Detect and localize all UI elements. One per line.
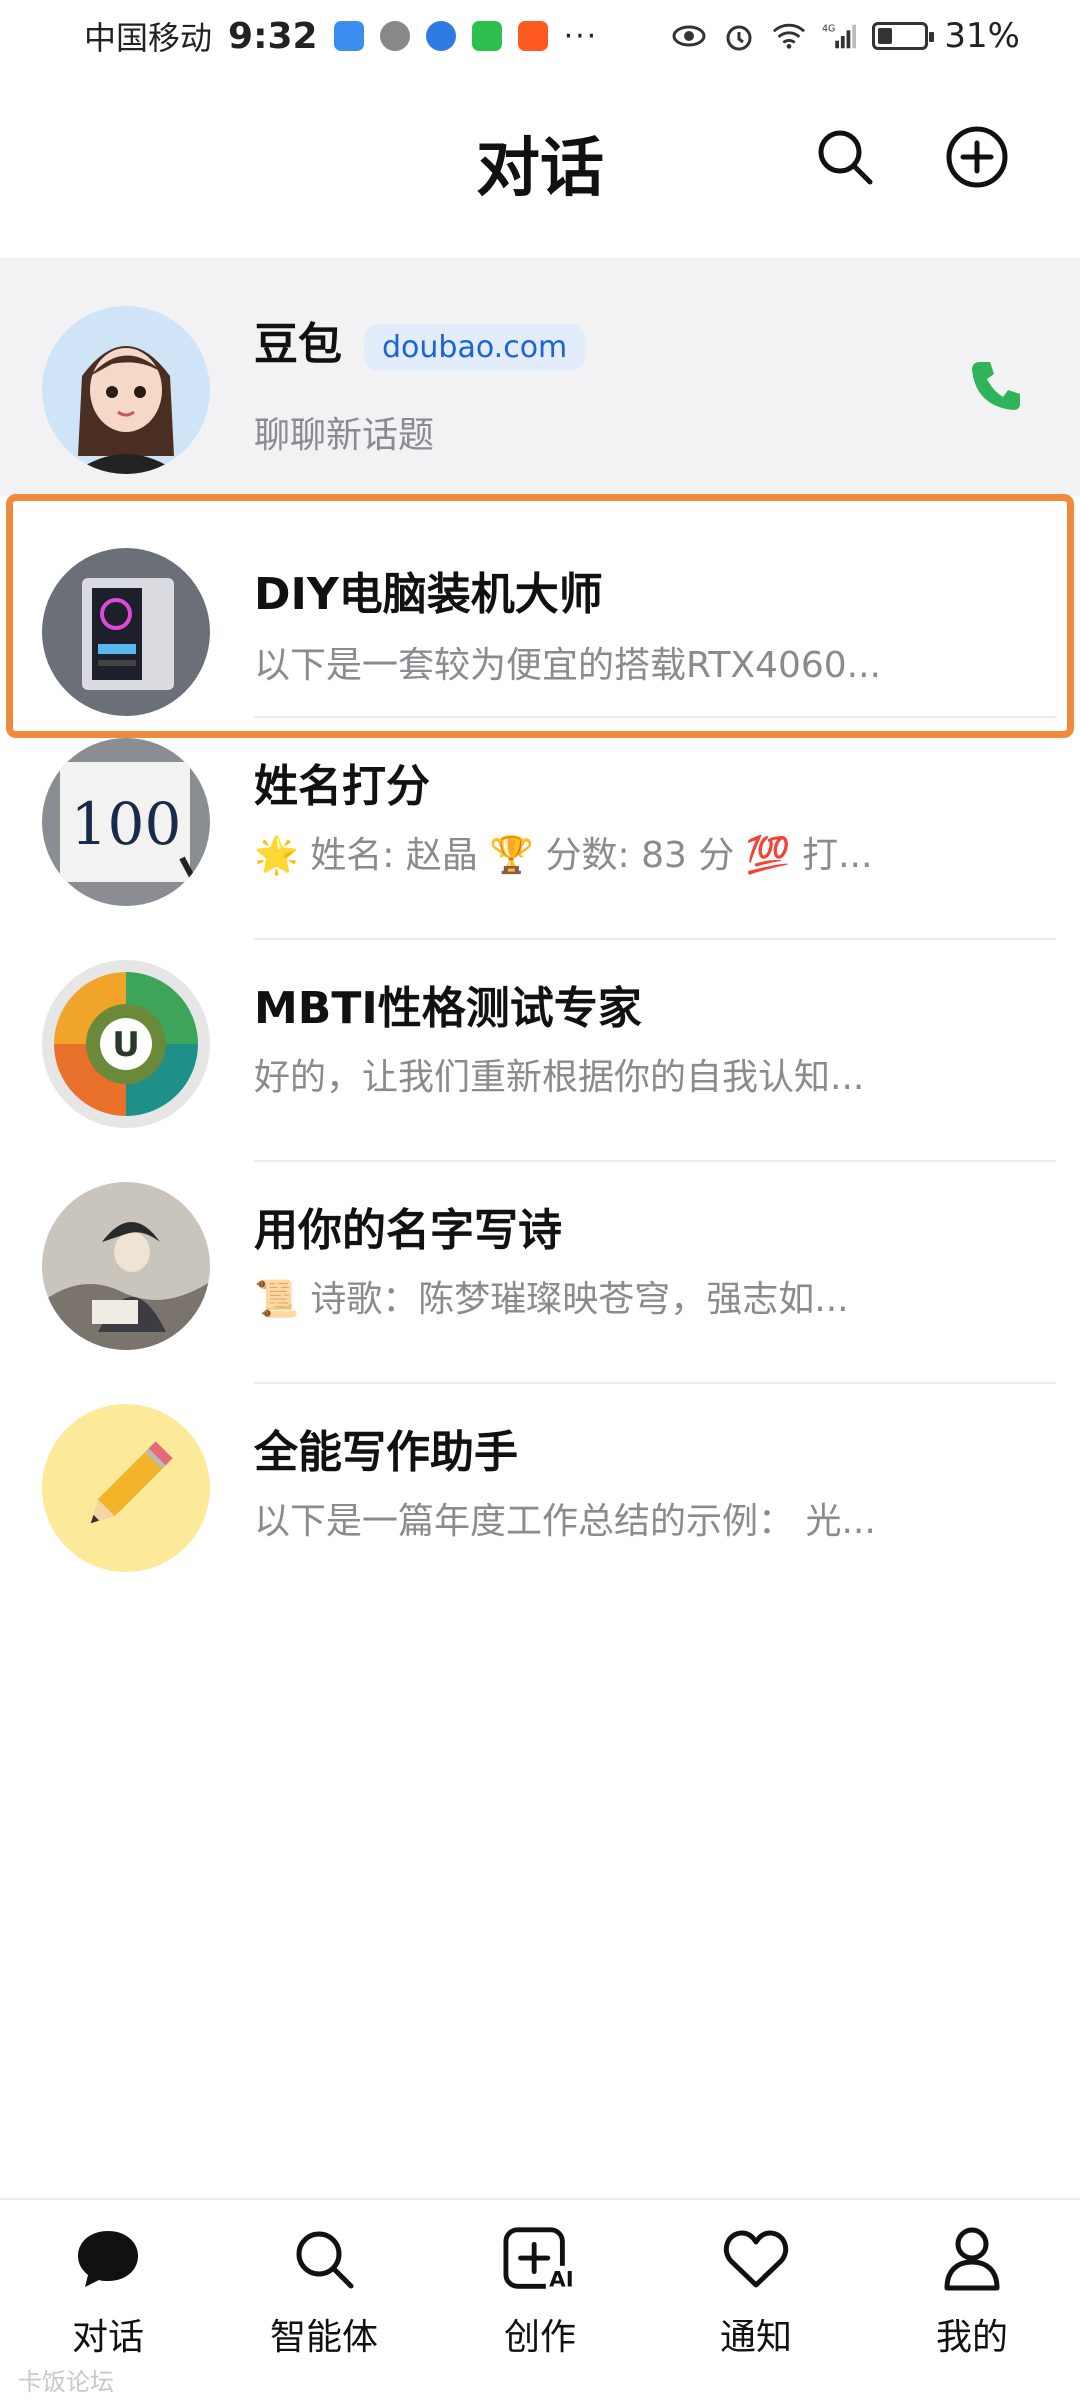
avatar-poem [42,1182,210,1350]
conversation-item-writing[interactable]: 全能写作助手 以下是一篇年度工作总结的示例： 光... [0,1384,1080,1606]
tab-agents[interactable]: 智能体 [216,2200,432,2402]
iqiyi-app-icon [471,21,502,51]
conversation-item-doubao[interactable]: 豆包 doubao.com 聊聊新话题 [0,258,1080,496]
svg-text:100: 100 [71,790,182,858]
call-button[interactable] [966,356,1026,416]
new-chat-button[interactable] [942,122,1012,192]
carrier-label: 中国移动 [84,19,213,57]
conversation-preview: 好的，让我们重新根据你的自我认知... [254,1057,865,1098]
conversation-preview: 📜 诗歌：陈梦璀璨映苍穹，强志如... [254,1279,849,1320]
person-icon [944,2227,1000,2291]
cloud-app-icon [333,21,364,51]
more-notifications: ··· [563,18,599,54]
tab-label: 我的 [935,2317,1008,2358]
search-icon [818,130,873,185]
conversation-name: MBTI性格测试专家 [254,983,642,1034]
tab-label: 通知 [719,2317,792,2358]
conversation-name: 姓名打分 [254,761,430,812]
status-bar: 中国移动 9:32 ··· 4G 31% [0,0,1080,72]
alarm-icon [722,19,756,53]
create-ai-icon: AI [503,2227,577,2292]
page-title: 对话 [476,132,604,206]
pencil-icon [42,1404,210,1572]
tab-create[interactable]: AI 创作 [432,2200,648,2402]
conversation-item-poem[interactable]: 用你的名字写诗 📜 诗歌：陈梦璀璨映苍穹，强志如... [0,1162,1080,1384]
app-header: 对话 [0,72,1080,262]
avatar-doubao [42,306,210,474]
conversation-title: 豆包 doubao.com [254,308,586,372]
conversation-preview: 聊聊新话题 [254,415,435,456]
conversation-name: DIY电脑装机大师 [254,569,603,620]
tab-label: 创作 [503,2317,576,2358]
eye-icon [672,19,706,53]
conversation-item-diy-pc[interactable]: DIY电脑装机大师 以下是一套较为便宜的搭载RTX4060... [0,496,1080,718]
avatar-name-score: 100 [42,738,210,906]
plus-circle-icon [946,126,1008,188]
battery-percent: 31% [944,16,1020,56]
conversation-preview: 以下是一套较为便宜的搭载RTX4060... [254,645,881,686]
conversation-item-name-score[interactable]: 100 姓名打分 🌟 姓名: 赵晶 🏆 分数: 83 分 💯 打... [0,718,1080,940]
heart-icon [723,2230,789,2288]
wechat-icon [379,21,410,51]
tab-label: 对话 [71,2317,144,2358]
bottom-nav: 对话 智能体 AI 创作 通知 我的 [0,2198,1080,2402]
avatar-mbti: U [42,960,210,1128]
avatar-diy-pc [42,548,210,716]
search-button[interactable] [810,122,880,192]
conversation-name: 全能写作助手 [254,1427,518,1478]
domain-tag: doubao.com [364,323,586,371]
tab-profile[interactable]: 我的 [864,2200,1080,2402]
avatar-writing [42,1404,210,1572]
conversation-preview: 以下是一篇年度工作总结的示例： 光... [254,1501,876,1542]
tab-label: 智能体 [269,2317,378,2358]
tab-notifications[interactable]: 通知 [648,2200,864,2402]
watermark: 卡饭论坛 [18,2368,114,2396]
svg-text:U: U [112,1025,140,1065]
battery-icon [872,22,935,50]
conversation-name: 豆包 [254,319,342,370]
conversation-preview: 🌟 姓名: 赵晶 🏆 分数: 83 分 💯 打... [254,835,873,876]
chat-bubble-icon [78,2231,138,2287]
svg-text:4G: 4G [822,23,835,34]
clock: 9:32 [228,15,318,57]
search-icon [296,2231,354,2289]
kuaishou-app-icon [517,21,548,51]
ai-badge: AI [549,2267,574,2292]
battery-fill [878,28,893,44]
wifi-icon [772,19,806,53]
conversation-item-mbti[interactable]: U MBTI性格测试专家 好的，让我们重新根据你的自我认知... [0,940,1080,1162]
conversation-name: 用你的名字写诗 [254,1205,562,1256]
browser-app-icon [425,21,456,51]
signal-4g-icon: 4G [822,19,857,53]
phone-icon [972,362,1020,410]
conversation-list: 豆包 doubao.com 聊聊新话题 DIY电脑装机大师 以下是一套较为便宜的搭… [0,258,1080,1606]
